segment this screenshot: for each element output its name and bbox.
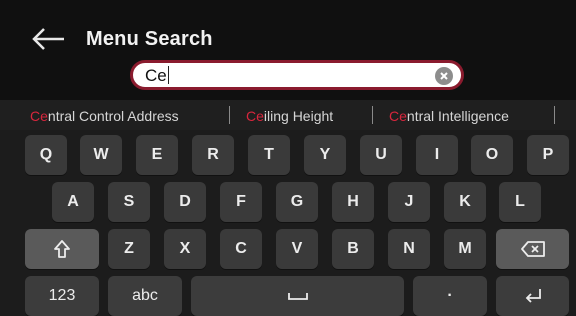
key-m[interactable]: M (444, 229, 486, 269)
key-x[interactable]: X (164, 229, 206, 269)
key-b[interactable]: B (332, 229, 374, 269)
shift-icon[interactable] (25, 229, 99, 269)
key-r[interactable]: R (192, 135, 234, 175)
search-field[interactable]: Ce (130, 60, 464, 90)
key-p[interactable]: P (527, 135, 569, 175)
key-a[interactable]: A (52, 182, 94, 222)
clear-circle-icon[interactable] (435, 67, 453, 85)
key-h[interactable]: H (332, 182, 374, 222)
numbers-key[interactable]: 123 (25, 276, 99, 316)
app-header: Menu Search Ce (0, 0, 576, 100)
key-g[interactable]: G (276, 182, 318, 222)
enter-icon[interactable] (496, 276, 569, 316)
suggestion-rest: ntral Intelligence (406, 108, 509, 124)
suggestion-item[interactable]: Central Intelligence (389, 108, 509, 124)
page-title: Menu Search (86, 28, 213, 50)
period-key[interactable]: · (413, 276, 487, 316)
key-q[interactable]: Q (25, 135, 67, 175)
search-input-value: Ce (145, 66, 167, 85)
key-e[interactable]: E (136, 135, 178, 175)
back-arrow-icon[interactable] (30, 26, 66, 52)
suggestion-prefix: Ce (389, 108, 407, 124)
space-icon[interactable] (191, 276, 404, 316)
key-l[interactable]: L (499, 182, 541, 222)
key-t[interactable]: T (248, 135, 290, 175)
suggestion-divider (372, 106, 373, 124)
text-caret (167, 66, 169, 84)
key-c[interactable]: C (220, 229, 262, 269)
key-y[interactable]: Y (304, 135, 346, 175)
key-f[interactable]: F (220, 182, 262, 222)
abc-key[interactable]: abc (108, 276, 182, 316)
suggestion-rest: ntral Control Address (47, 108, 179, 124)
suggestion-item[interactable]: Central Control Address (30, 108, 179, 124)
key-i[interactable]: I (416, 135, 458, 175)
suggestion-prefix: Ce (246, 108, 264, 124)
key-u[interactable]: U (360, 135, 402, 175)
on-screen-keyboard: Q W E R T Y U I O P A S D F G H J K L Z … (0, 130, 576, 316)
key-s[interactable]: S (108, 182, 150, 222)
suggestion-rest: iling Height (263, 108, 334, 124)
suggestion-bar: Central Control Address Ceiling Height C… (0, 100, 576, 130)
suggestion-divider (554, 106, 555, 124)
key-w[interactable]: W (80, 135, 122, 175)
suggestion-item[interactable]: Ceiling Height (246, 108, 333, 124)
key-n[interactable]: N (388, 229, 430, 269)
key-z[interactable]: Z (108, 229, 150, 269)
search-input[interactable]: Ce (145, 66, 169, 86)
key-d[interactable]: D (164, 182, 206, 222)
key-o[interactable]: O (471, 135, 513, 175)
suggestion-prefix: Ce (30, 108, 48, 124)
key-j[interactable]: J (388, 182, 430, 222)
backspace-icon[interactable] (496, 229, 569, 269)
suggestion-divider (229, 106, 230, 124)
key-v[interactable]: V (276, 229, 318, 269)
key-k[interactable]: K (444, 182, 486, 222)
